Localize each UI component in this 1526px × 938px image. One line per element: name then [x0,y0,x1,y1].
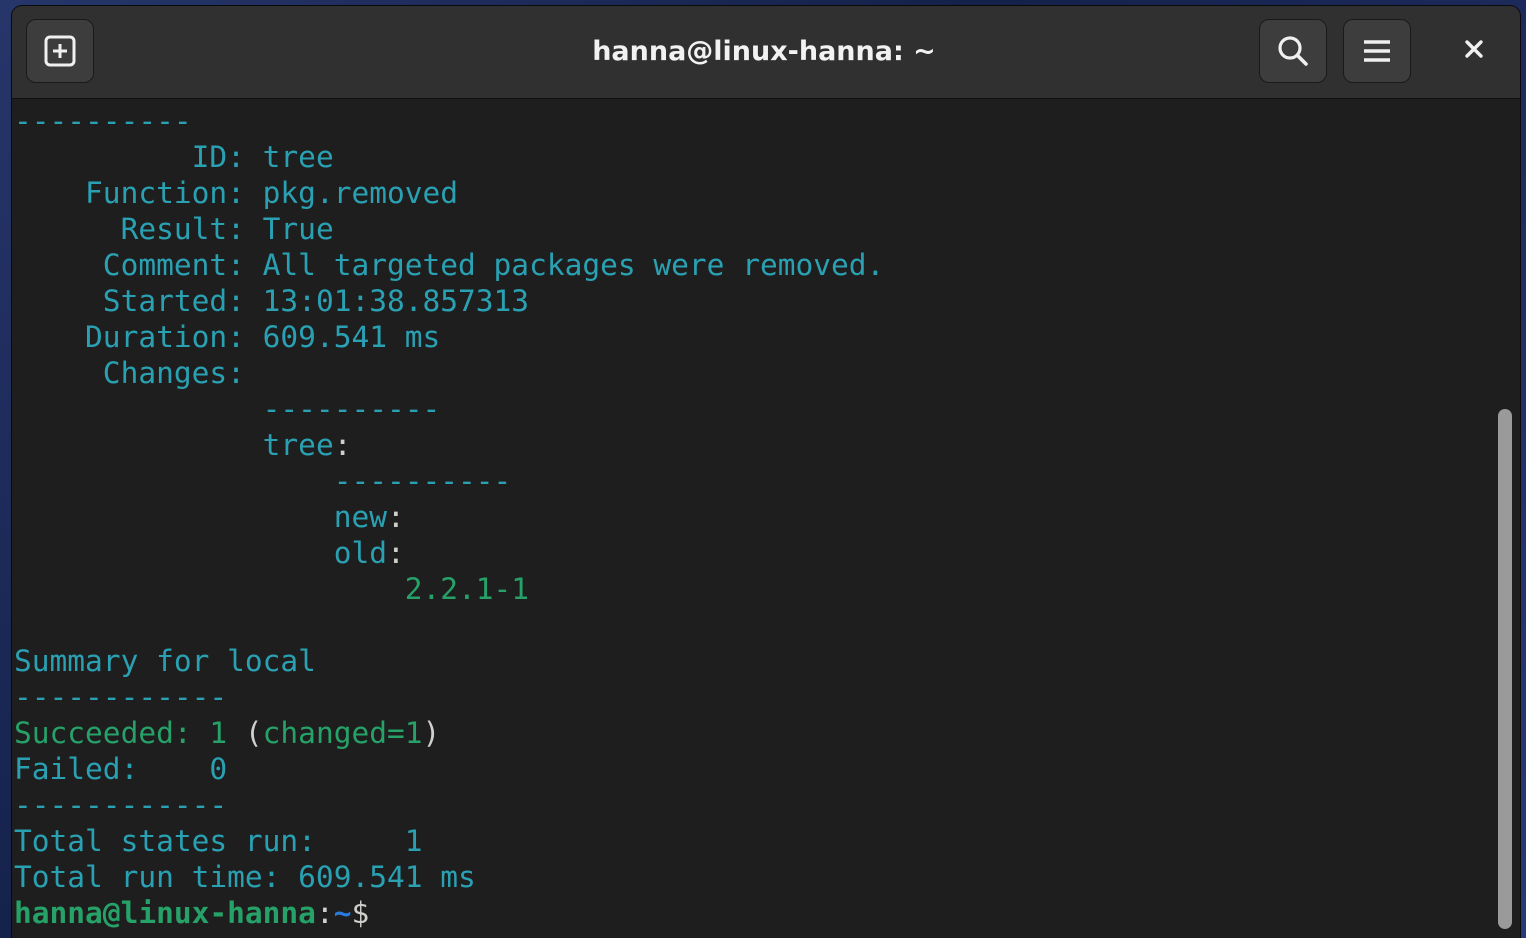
field-label: Result: [14,212,263,246]
output-line: Changes: [14,356,245,390]
output-line: Total states run: 1 [14,824,423,858]
output-line: new: [14,499,405,535]
output-line: 2.2.1-1 [14,572,530,606]
new-tab-icon [43,34,77,68]
output-line: Duration: 609.541 ms [14,319,440,355]
output-line: Summary for local [14,644,316,678]
menu-button[interactable] [1343,19,1411,83]
prompt-symbol: $ [351,896,370,930]
field-value: 609.541 ms [262,320,441,354]
output-line: Result: True [14,211,334,247]
colon: : [387,536,405,570]
search-icon [1276,34,1310,68]
field-label: Duration: [14,320,263,354]
output-line: Started: 13:01:38.857313 [14,283,529,319]
prompt-user-host: hanna@linux-hanna [14,896,316,930]
field-value: tree [262,140,334,174]
terminal-output[interactable]: ---------- ID: tree Function: pkg.remove… [12,99,1488,938]
output-line: old: [14,535,405,571]
changed-count: changed=1 [262,716,423,750]
output-line: Succeeded: 1 (changed=1) [14,715,440,751]
field-label: Function: [14,176,263,210]
terminal-window: hanna@linux-hanna: ~ ---------- ID: tree… [12,6,1520,938]
vertical-scrollbar[interactable] [1492,99,1520,938]
window-title: hanna@linux-hanna: ~ [592,36,936,67]
field-value: 13:01:38.857313 [262,284,530,318]
field-value: True [262,212,334,246]
output-line: ------------ [14,680,228,714]
output-line: Total run time: 609.541 ms [14,860,476,894]
output-line: tree: [14,427,352,463]
field-value: All targeted packages were removed. [262,248,885,282]
change-key: new [333,500,387,534]
close-button[interactable] [1442,19,1506,83]
header-bar: hanna@linux-hanna: ~ [12,6,1520,99]
new-tab-button[interactable] [26,19,94,83]
colon: : [333,428,352,462]
search-button[interactable] [1259,19,1327,83]
output-line: Failed: 0 [14,752,228,786]
output-line: ---------- [14,392,441,426]
output-line: ------------ [14,788,228,822]
prompt-path: ~ [333,896,352,930]
field-label: ID: [14,140,263,174]
scrollbar-thumb[interactable] [1498,409,1512,929]
change-key: old [333,536,387,570]
colon: : [387,500,405,534]
hamburger-menu-icon [1360,34,1394,68]
shell-prompt[interactable]: hanna@linux-hanna:~$ [14,895,369,931]
output-line: Comment: All targeted packages were remo… [14,247,884,283]
field-label: Started: [14,284,263,318]
prompt-colon: : [315,896,334,930]
paren-close: ) [422,716,441,750]
output-line: ---------- [14,104,192,138]
output-line: Function: pkg.removed [14,175,458,211]
paren-open: ( [244,716,263,750]
field-value: pkg.removed [262,176,459,210]
output-line: ---------- [14,464,512,498]
field-label: Comment: [14,248,263,282]
output-line: ID: tree [14,139,334,175]
succeeded-label: Succeeded: 1 [14,716,245,750]
change-key: tree [262,428,334,462]
close-icon [1463,38,1485,65]
